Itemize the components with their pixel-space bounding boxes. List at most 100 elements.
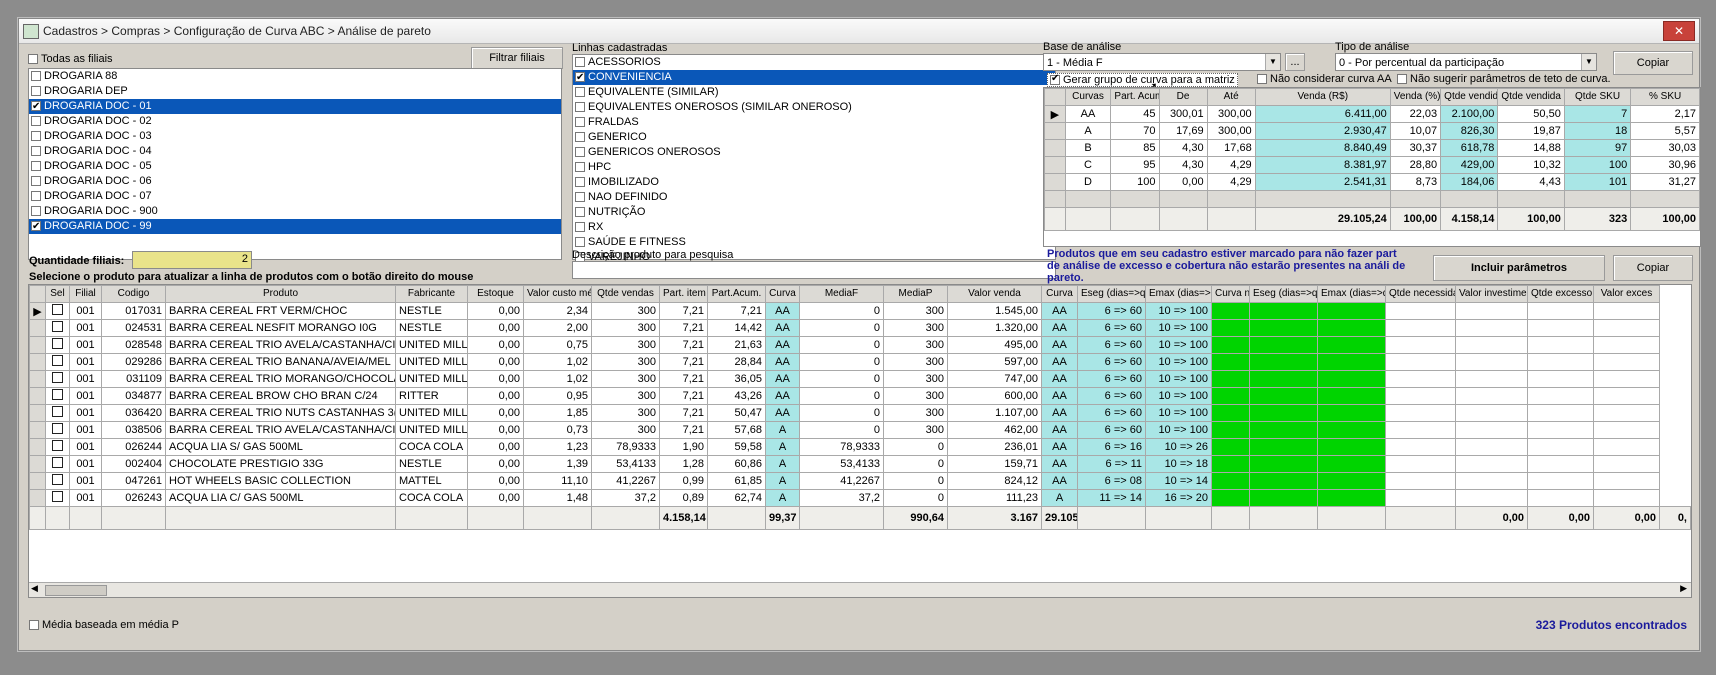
curvas-col-header[interactable]: Venda (R$) (1254, 88, 1391, 106)
produtos-col-header[interactable]: Eseg (dias=>qtde) (1249, 285, 1318, 303)
linha-item[interactable]: NAO DEFINIDO (573, 190, 1055, 205)
produto-row[interactable]: 001 028548 BARRA CEREAL TRIO AVELA/CASTANH… (29, 336, 1691, 354)
produtos-col-header[interactable]: MediaP (883, 285, 948, 303)
filial-item-checkbox[interactable] (31, 219, 41, 234)
linha-item-checkbox[interactable] (575, 147, 585, 158)
produtos-col-header[interactable]: Produto (165, 285, 396, 303)
filial-item-checkbox[interactable] (31, 71, 41, 82)
linha-item-checkbox[interactable] (575, 177, 585, 188)
linha-item[interactable]: EQUIVALENTE (SIMILAR) (573, 85, 1055, 100)
produtos-col-header[interactable]: Part.Acum. (707, 285, 766, 303)
select-cell[interactable] (45, 421, 70, 439)
filial-item[interactable]: DROGARIA DOC - 06 (29, 174, 561, 189)
linha-item-checkbox[interactable] (575, 132, 585, 143)
produtos-col-header[interactable]: Curva nova (1211, 285, 1250, 303)
produtos-col-header[interactable]: MediaF (799, 285, 884, 303)
linha-item[interactable]: SAÚDE E FITNESS (573, 235, 1055, 250)
curvas-row[interactable]: ▶ AA 45 300,01 300,00 6.411,00 22,03 2.100,00 50… (1044, 105, 1700, 123)
produtos-col-header[interactable]: Fabricante (395, 285, 468, 303)
filial-item-checkbox[interactable] (31, 131, 41, 142)
produtos-col-header[interactable]: Emax (dias=>qtde) (1145, 285, 1212, 303)
select-checkbox[interactable] (52, 491, 63, 502)
filial-item-checkbox[interactable] (31, 86, 41, 97)
curvas-col-header[interactable]: % SKU (1630, 88, 1700, 106)
produto-row[interactable]: ▶ 001 017031 BARRA CEREAL FRT VERM/CHOC NEST… (29, 302, 1691, 320)
select-cell[interactable] (45, 302, 70, 320)
curvas-row[interactable]: D 100 0,00 4,29 2.541,31 8,73 184,06 4,43 101 31,… (1044, 173, 1700, 191)
filiais-list[interactable]: DROGARIA 88 DROGARIA DEP DROGARIA DOC - 01… (28, 68, 562, 260)
produto-row[interactable]: 001 024531 BARRA CEREAL NESFIT MORANGO I0G… (29, 319, 1691, 337)
curvas-row[interactable]: C 95 4,30 4,29 8.381,97 28,80 429,00 10,32 100 30… (1044, 156, 1700, 174)
filial-item-checkbox[interactable] (31, 99, 41, 114)
scroll-thumb[interactable] (45, 585, 107, 596)
produtos-col-header[interactable]: Sel (45, 285, 70, 303)
produtos-col-header[interactable]: Valor exces (1593, 285, 1660, 303)
select-cell[interactable] (45, 489, 70, 507)
linha-item-checkbox[interactable] (575, 207, 585, 218)
tipo-analise-select[interactable]: 0 - Por percentual da participação ▼ (1335, 53, 1597, 71)
curvas-col-header[interactable]: Qtde vendida (un) (1440, 88, 1499, 106)
linha-item[interactable]: GENERICO (573, 130, 1055, 145)
select-cell[interactable] (45, 455, 70, 473)
filial-item-checkbox[interactable] (31, 146, 41, 157)
linha-item-checkbox[interactable] (575, 237, 585, 248)
select-checkbox[interactable] (52, 338, 63, 349)
select-cell[interactable] (45, 404, 70, 422)
produtos-col-header[interactable]: Qtde vendas (591, 285, 660, 303)
curvas-cell[interactable]: 70 (1110, 122, 1160, 140)
base-analise-select[interactable]: 1 - Média F ▼ (1043, 53, 1281, 71)
select-checkbox[interactable] (52, 321, 63, 332)
linha-item-checkbox[interactable] (575, 70, 585, 85)
linha-item[interactable]: HPC (573, 160, 1055, 175)
filial-item[interactable]: DROGARIA DOC - 07 (29, 189, 561, 204)
curvas-col-header[interactable]: De (1158, 88, 1208, 106)
produto-row[interactable]: 001 026244 ACQUA LIA S/ GAS 500ML COCA COLA… (29, 438, 1691, 456)
curvas-col-header[interactable]: Venda (%) (1389, 88, 1442, 106)
produtos-col-header[interactable]: Qtde necessidade (1385, 285, 1456, 303)
linha-item-checkbox[interactable] (575, 57, 585, 68)
select-checkbox[interactable] (52, 457, 63, 468)
incluir-parametros-button[interactable]: Incluir parâmetros (1433, 255, 1605, 281)
linha-item[interactable]: GENERICOS ONEROSOS (573, 145, 1055, 160)
linha-item-checkbox[interactable] (575, 222, 585, 233)
produtos-col-header[interactable]: Codigo (101, 285, 166, 303)
filial-item[interactable]: DROGARIA DEP (29, 84, 561, 99)
linha-item-checkbox[interactable] (575, 87, 585, 98)
linha-item[interactable]: EQUIVALENTES ONEROSOS (SIMILAR ONEROSO) (573, 100, 1055, 115)
linha-item-checkbox[interactable] (575, 192, 585, 203)
nao-considerar-checkbox[interactable]: Não considerar curva AA (1257, 73, 1392, 85)
produto-row[interactable]: 001 002404 CHOCOLATE PRESTIGIO 33G NESTLE 0,… (29, 455, 1691, 473)
select-checkbox[interactable] (52, 355, 63, 366)
linha-item[interactable]: RX (573, 220, 1055, 235)
produto-row[interactable]: 001 034877 BARRA CEREAL BROW CHO BRAN C/24… (29, 387, 1691, 405)
select-cell[interactable] (45, 370, 70, 388)
media-p-checkbox[interactable]: Média baseada em média P (29, 619, 179, 631)
select-cell[interactable] (45, 336, 70, 354)
filial-item-checkbox[interactable] (31, 161, 41, 172)
linha-item-checkbox[interactable] (575, 162, 585, 173)
curvas-col-header[interactable]: Até (1206, 88, 1256, 106)
nao-sugerir-checkbox[interactable]: Não sugerir parâmetros de teto de curva. (1397, 73, 1611, 85)
filial-item[interactable]: DROGARIA DOC - 03 (29, 129, 561, 144)
select-cell[interactable] (45, 353, 70, 371)
filial-item-checkbox[interactable] (31, 191, 41, 202)
close-button[interactable]: ✕ (1663, 21, 1695, 41)
select-cell[interactable] (45, 438, 70, 456)
linha-item[interactable]: ACESSORIOS (573, 55, 1055, 70)
scroll-left-icon[interactable]: ◀ (31, 583, 38, 594)
curvas-row[interactable]: B 85 4,30 17,68 8.840,49 30,37 618,78 14,88 97 30… (1044, 139, 1700, 157)
filial-item-checkbox[interactable] (31, 176, 41, 187)
filial-item[interactable]: DROGARIA DOC - 99 (29, 219, 561, 234)
filial-item-checkbox[interactable] (31, 116, 41, 127)
produtos-col-header[interactable]: Valor venda (947, 285, 1042, 303)
select-checkbox[interactable] (52, 389, 63, 400)
curvas-cell[interactable]: 45 (1110, 105, 1160, 123)
filial-item[interactable]: DROGARIA DOC - 04 (29, 144, 561, 159)
select-checkbox[interactable] (52, 423, 63, 434)
select-checkbox[interactable] (52, 304, 63, 315)
linha-item[interactable]: NUTRIÇÃO (573, 205, 1055, 220)
produto-row[interactable]: 001 047261 HOT WHEELS BASIC COLLECTION MATT… (29, 472, 1691, 490)
curvas-col-header[interactable]: Qtde vendida (%) (1497, 88, 1565, 106)
produtos-col-header[interactable]: Valor custo médio (523, 285, 592, 303)
horizontal-scrollbar[interactable]: ◀ ▶ (29, 582, 1691, 597)
